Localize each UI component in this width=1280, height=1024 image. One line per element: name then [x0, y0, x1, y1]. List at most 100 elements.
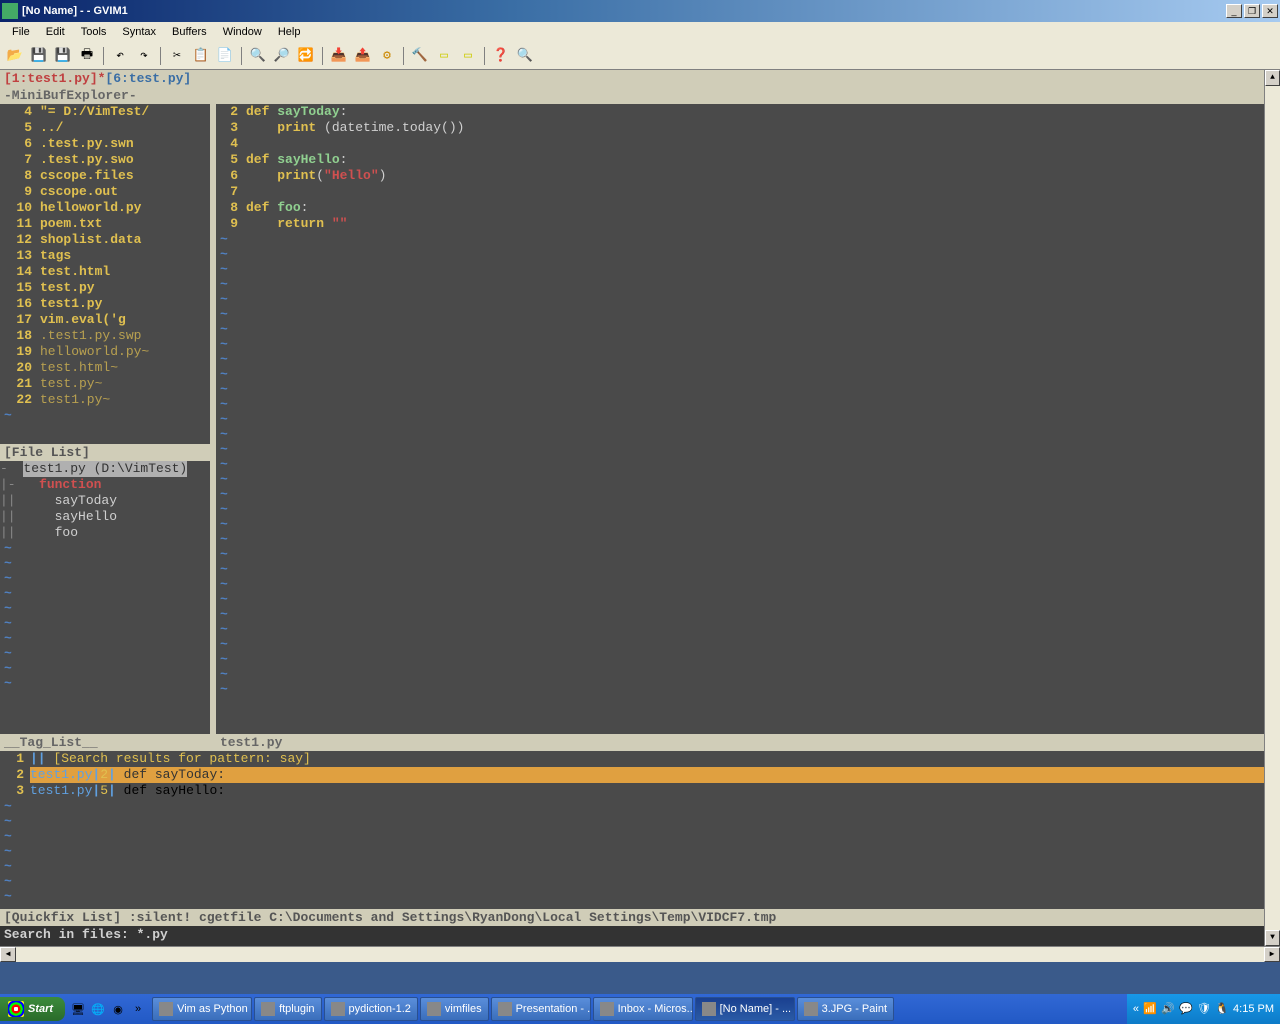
file-list-item[interactable]: 17vim.eval('g — [0, 312, 210, 328]
shell-icon[interactable]: ▭ — [433, 45, 455, 67]
file-list-item[interactable]: 12shoplist.data — [0, 232, 210, 248]
close-button[interactable]: ✕ — [1262, 4, 1278, 18]
scroll-left-icon[interactable]: ◀ — [0, 947, 16, 962]
open-icon[interactable]: 📂 — [4, 45, 26, 67]
save-icon[interactable]: 💾 — [28, 45, 50, 67]
code-line[interactable]: 9 return "" — [216, 216, 1264, 232]
file-list-item[interactable]: 13tags — [0, 248, 210, 264]
buffer-tab[interactable]: [6:test.py] — [105, 71, 191, 86]
taglist-file[interactable]: test1.py (D:\VimTest) — [23, 461, 187, 477]
scroll-track-h[interactable] — [16, 947, 1264, 962]
findhelp-icon[interactable]: 🔍 — [514, 45, 536, 67]
code-line[interactable]: 3 print (datetime.today()) — [216, 120, 1264, 136]
copy-icon[interactable]: 📋 — [190, 45, 212, 67]
tray-expand-icon[interactable]: « — [1133, 1003, 1139, 1015]
print-icon[interactable]: 🖶 — [76, 45, 98, 67]
find-icon[interactable]: 🔍 — [247, 45, 269, 67]
session-save-icon[interactable]: 📤 — [352, 45, 374, 67]
file-list-item[interactable]: 16test1.py — [0, 296, 210, 312]
menu-buffers[interactable]: Buffers — [164, 24, 215, 40]
taskbar-button[interactable]: [No Name] - ... — [695, 997, 795, 1021]
code-line[interactable]: 8def foo: — [216, 200, 1264, 216]
file-list-item[interactable]: 7.test.py.swo — [0, 152, 210, 168]
replace-icon[interactable]: 🔁 — [295, 45, 317, 67]
tray-icon[interactable]: 🛡 — [1197, 1002, 1211, 1016]
taskbar-button[interactable]: Inbox - Micros... — [593, 997, 693, 1021]
tray-icon[interactable]: 💬 — [1179, 1002, 1193, 1016]
taglist-item[interactable]: sayToday — [55, 493, 117, 509]
session-load-icon[interactable]: 📥 — [328, 45, 350, 67]
file-list-item[interactable]: 8cscope.files — [0, 168, 210, 184]
desktop-icon[interactable]: 🖥 — [69, 1000, 87, 1018]
file-list-item[interactable]: 22test1.py~ — [0, 392, 210, 408]
saveall-icon[interactable]: 💾 — [52, 45, 74, 67]
quickfix-pane[interactable]: 1|| [Search results for pattern: say]2te… — [0, 751, 1264, 909]
taskbar-button[interactable]: pydiction-1.2 — [324, 997, 418, 1021]
file-list-item[interactable]: 10helloworld.py — [0, 200, 210, 216]
chrome-icon[interactable]: ◉ — [109, 1000, 127, 1018]
file-list-item[interactable]: 15test.py — [0, 280, 210, 296]
findnext-icon[interactable]: 🔎 — [271, 45, 293, 67]
menu-edit[interactable]: Edit — [38, 24, 73, 40]
taglist-item[interactable]: foo — [55, 525, 78, 541]
code-line[interactable]: 5def sayHello: — [216, 152, 1264, 168]
file-list-item[interactable]: 5../ — [0, 120, 210, 136]
scroll-up-icon[interactable]: ▲ — [1265, 70, 1280, 86]
tray-icon[interactable]: 🔊 — [1161, 1002, 1175, 1016]
command-line[interactable]: Search in files: *.py — [0, 926, 1264, 946]
file-list-pane[interactable]: 4"= D:/VimTest/5../6.test.py.swn7.test.p… — [0, 104, 210, 444]
chevron-icon[interactable]: » — [129, 1000, 147, 1018]
tray-icon[interactable]: 📶 — [1143, 1002, 1157, 1016]
file-list-item[interactable]: 4"= D:/VimTest/ — [0, 104, 210, 120]
ie-icon[interactable]: 🌐 — [89, 1000, 107, 1018]
maximize-button[interactable]: ❐ — [1244, 4, 1260, 18]
quickfix-item[interactable]: 3test1.py|5| def sayHello: — [0, 783, 1264, 799]
taglist-group[interactable]: function — [39, 477, 101, 493]
file-list-item[interactable]: 20test.html~ — [0, 360, 210, 376]
file-list-item[interactable]: 6.test.py.swn — [0, 136, 210, 152]
taskbar-button[interactable]: Vim as Python ... — [152, 997, 252, 1021]
tray-icon[interactable]: 🐧 — [1215, 1002, 1229, 1016]
file-list-item[interactable]: 9cscope.out — [0, 184, 210, 200]
scroll-down-icon[interactable]: ▼ — [1265, 930, 1280, 946]
code-line[interactable]: 2def sayToday: — [216, 104, 1264, 120]
paste-icon[interactable]: 📄 — [214, 45, 236, 67]
make-icon[interactable]: 🔨 — [409, 45, 431, 67]
vertical-scrollbar[interactable]: ▲ ▼ — [1264, 70, 1280, 946]
taglist-item[interactable]: sayHello — [55, 509, 117, 525]
file-list-item[interactable]: 14test.html — [0, 264, 210, 280]
clock[interactable]: 4:15 PM — [1233, 1003, 1274, 1015]
taskbar-button[interactable]: vimfiles — [420, 997, 489, 1021]
file-list-item[interactable]: 21test.py~ — [0, 376, 210, 392]
help-icon[interactable]: ❓ — [490, 45, 512, 67]
tags-icon[interactable]: ▭ — [457, 45, 479, 67]
taglist-pane[interactable]: - test1.py (D:\VimTest)|- function|| say… — [0, 461, 210, 734]
undo-icon[interactable]: ↶ — [109, 45, 131, 67]
menu-window[interactable]: Window — [215, 24, 270, 40]
quickfix-item[interactable]: 1|| [Search results for pattern: say] — [0, 751, 1264, 767]
file-list-item[interactable]: 19helloworld.py~ — [0, 344, 210, 360]
taskbar-button[interactable]: Presentation - ... — [491, 997, 591, 1021]
minimize-button[interactable]: _ — [1226, 4, 1242, 18]
code-line[interactable]: 4 — [216, 136, 1264, 152]
file-list-item[interactable]: 11poem.txt — [0, 216, 210, 232]
code-line[interactable]: 6 print("Hello") — [216, 168, 1264, 184]
run-icon[interactable]: ⚙ — [376, 45, 398, 67]
taskbar-button[interactable]: ftplugin — [254, 997, 321, 1021]
menu-file[interactable]: File — [4, 24, 38, 40]
buffer-tab[interactable]: [1:test1.py]* — [4, 71, 105, 86]
horizontal-scrollbar[interactable]: ◀ ▶ — [0, 946, 1280, 962]
code-editor[interactable]: 2def sayToday:3 print (datetime.today())… — [216, 104, 1264, 734]
start-button[interactable]: Start — [0, 997, 65, 1021]
file-list-item[interactable]: 18.test1.py.swp — [0, 328, 210, 344]
menu-tools[interactable]: Tools — [73, 24, 115, 40]
code-line[interactable]: 7 — [216, 184, 1264, 200]
menu-help[interactable]: Help — [270, 24, 309, 40]
scroll-track[interactable] — [1265, 86, 1280, 930]
scroll-right-icon[interactable]: ▶ — [1264, 947, 1280, 962]
quickfix-item[interactable]: 2test1.py|2| def sayToday: — [0, 767, 1264, 783]
taskbar-button[interactable]: 3.JPG - Paint — [797, 997, 894, 1021]
redo-icon[interactable]: ↷ — [133, 45, 155, 67]
menu-syntax[interactable]: Syntax — [114, 24, 164, 40]
cut-icon[interactable]: ✂ — [166, 45, 188, 67]
